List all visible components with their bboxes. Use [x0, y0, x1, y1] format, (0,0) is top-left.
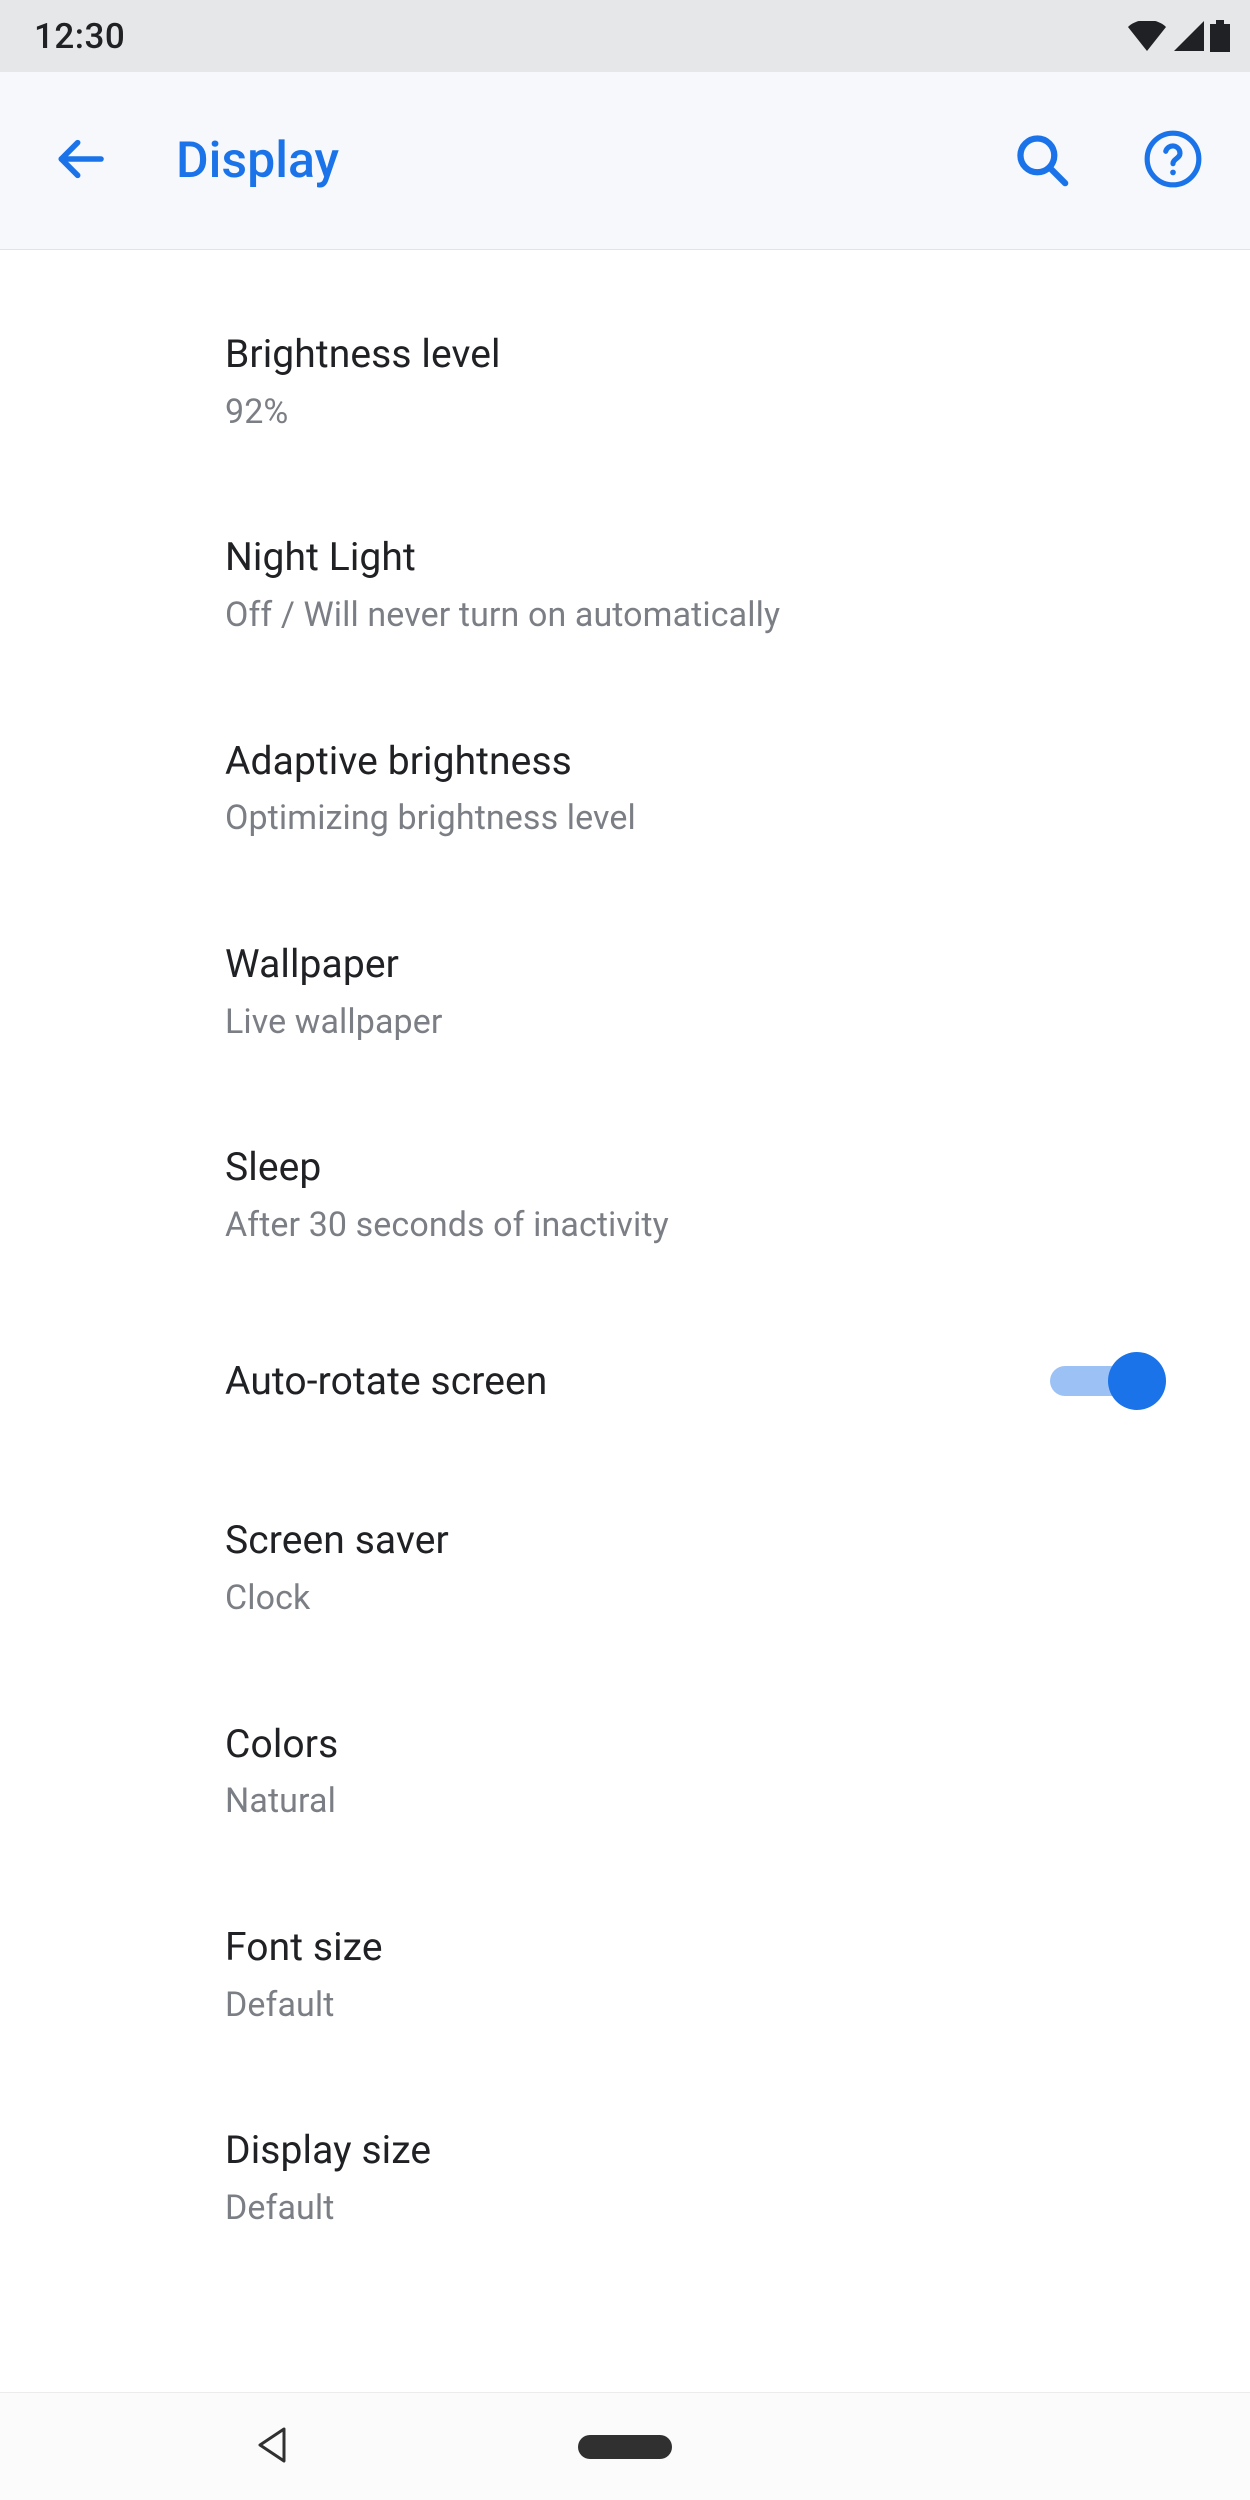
arrow-back-icon: [52, 131, 108, 191]
setting-wallpaper[interactable]: Wallpaper Live wallpaper: [225, 890, 1210, 1093]
setting-title: Adaptive brightness: [225, 737, 1190, 786]
setting-title: Display size: [225, 2126, 1190, 2175]
setting-title: Colors: [225, 1720, 1190, 1769]
setting-screen-saver[interactable]: Screen saver Clock: [225, 1466, 1210, 1669]
status-bar: 12:30: [0, 0, 1250, 72]
navigation-bar: [0, 2392, 1250, 2500]
help-button[interactable]: [1142, 128, 1204, 194]
settings-list: Brightness level 92% Night Light Off / W…: [0, 250, 1250, 2279]
status-icons: [1128, 20, 1230, 52]
setting-title: Sleep: [225, 1143, 1190, 1192]
setting-title: Auto-rotate screen: [225, 1357, 1030, 1406]
setting-font-size[interactable]: Font size Default: [225, 1873, 1210, 2076]
search-icon: [1012, 130, 1070, 192]
back-button[interactable]: [36, 117, 124, 205]
auto-rotate-toggle[interactable]: [1050, 1352, 1162, 1410]
nav-back-button[interactable]: [254, 2425, 288, 2469]
search-button[interactable]: [1012, 130, 1070, 192]
app-bar: Display: [0, 72, 1250, 250]
setting-adaptive-brightness[interactable]: Adaptive brightness Optimizing brightnes…: [225, 687, 1210, 890]
setting-subtitle: Default: [225, 1984, 1190, 2027]
setting-subtitle: Clock: [225, 1577, 1190, 1620]
setting-night-light[interactable]: Night Light Off / Will never turn on aut…: [225, 483, 1210, 686]
setting-sleep[interactable]: Sleep After 30 seconds of inactivity: [225, 1093, 1210, 1296]
status-time: 12:30: [20, 16, 125, 57]
page-title: Display: [176, 132, 339, 190]
setting-subtitle: Live wallpaper: [225, 1001, 1190, 1044]
setting-subtitle: Natural: [225, 1780, 1190, 1823]
setting-title: Screen saver: [225, 1516, 1190, 1565]
setting-display-size[interactable]: Display size Default: [225, 2076, 1210, 2279]
setting-title: Font size: [225, 1923, 1190, 1972]
setting-title: Night Light: [225, 533, 1190, 582]
toggle-thumb: [1108, 1352, 1166, 1410]
setting-auto-rotate[interactable]: Auto-rotate screen: [225, 1296, 1210, 1466]
setting-brightness-level[interactable]: Brightness level 92%: [225, 280, 1210, 483]
nav-home-pill[interactable]: [578, 2435, 672, 2459]
cellular-icon: [1172, 21, 1204, 51]
setting-title: Wallpaper: [225, 940, 1190, 989]
help-icon: [1142, 128, 1204, 194]
setting-title: Brightness level: [225, 330, 1190, 379]
setting-subtitle: Default: [225, 2187, 1190, 2230]
setting-subtitle: After 30 seconds of inactivity: [225, 1204, 1190, 1247]
setting-subtitle: Optimizing brightness level: [225, 797, 1190, 840]
battery-icon: [1210, 20, 1230, 52]
wifi-icon: [1128, 21, 1166, 51]
setting-subtitle: 92%: [225, 391, 1190, 434]
setting-subtitle: Off / Will never turn on automatically: [225, 594, 1190, 637]
setting-colors[interactable]: Colors Natural: [225, 1670, 1210, 1873]
